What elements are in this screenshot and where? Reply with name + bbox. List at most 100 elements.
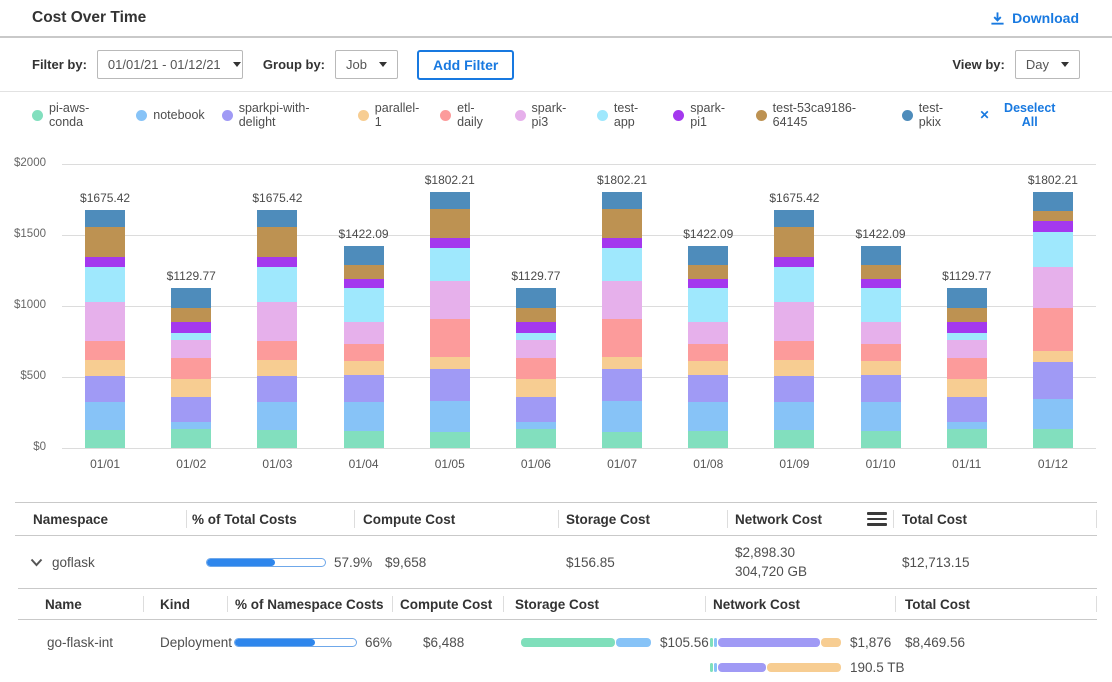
cost-chart: $2000$1500$1000$500$0$1675.4201/01$1129.…: [0, 138, 1112, 483]
bar-segment-test-pkix: [344, 246, 384, 265]
legend-item[interactable]: spark-pi3: [515, 101, 580, 129]
stacked-bar[interactable]: [1033, 192, 1073, 448]
stacked-bar[interactable]: [861, 246, 901, 448]
bar-segment-test-53ca9186-64145: [947, 308, 987, 322]
col-kind: Kind: [143, 589, 227, 619]
legend-item[interactable]: test-53ca9186-64145: [756, 101, 885, 129]
chevron-down-icon[interactable]: [30, 558, 43, 567]
column-menu-icon[interactable]: [867, 512, 887, 526]
stacked-bar[interactable]: [774, 210, 814, 448]
bar-segment-test-pkix: [171, 288, 211, 309]
bar-segment-spark-pi1: [85, 257, 125, 267]
gridline: [62, 164, 1096, 165]
bar-segment-spark-pi1: [688, 279, 728, 289]
chevron-down-icon: [379, 62, 387, 67]
stacked-bar[interactable]: [947, 288, 987, 448]
bar-segment-spark-pi3: [257, 302, 297, 341]
bar-segment-etl-daily: [257, 341, 297, 360]
bar-segment-etl-daily: [688, 344, 728, 361]
bar-segment-pi-aws-conda: [516, 429, 556, 448]
bar-segment-sparkpi-with-delight: [344, 375, 384, 401]
bar-segment-test-53ca9186-64145: [344, 265, 384, 278]
stacked-bar[interactable]: [602, 192, 642, 448]
add-filter-button[interactable]: Add Filter: [417, 50, 514, 80]
gridline: [62, 235, 1096, 236]
namespace-cell[interactable]: goflask: [15, 555, 186, 570]
network-cost-value: $2,898.30: [735, 543, 807, 562]
bar-total-label: $1802.21: [597, 173, 647, 187]
view-by-select[interactable]: Day: [1015, 50, 1080, 79]
y-axis-tick: $1500: [0, 228, 46, 240]
legend-item[interactable]: test-app: [597, 101, 656, 129]
legend-item[interactable]: notebook: [136, 108, 204, 122]
bar-segment-notebook: [257, 402, 297, 430]
stacked-bar[interactable]: [430, 192, 470, 448]
workload-table-header: Name Kind % of Namespace Costs Compute C…: [18, 589, 1097, 620]
bar-segment-pi-aws-conda: [1033, 429, 1073, 448]
stacked-bar[interactable]: [171, 288, 211, 448]
legend-label: notebook: [153, 108, 204, 122]
bar-total-label: $1675.42: [252, 191, 302, 205]
bar-segment-spark-pi3: [774, 302, 814, 341]
bar-total-label: $1802.21: [1028, 173, 1078, 187]
bar-segment-etl-daily: [344, 344, 384, 361]
bar-segment-etl-daily: [430, 319, 470, 357]
progress-bar: [234, 638, 357, 647]
stacked-bar[interactable]: [344, 246, 384, 448]
bar-segment-notebook: [85, 402, 125, 430]
deselect-all-button[interactable]: ✕ Deselect All: [979, 101, 1063, 129]
group-by-select[interactable]: Job: [335, 50, 398, 79]
legend-label: parallel-1: [375, 101, 423, 129]
stacked-bar[interactable]: [688, 246, 728, 448]
bar-segment-test-pkix: [947, 288, 987, 309]
bar-segment-test-pkix: [602, 192, 642, 209]
stacked-bar[interactable]: [516, 288, 556, 448]
legend-item[interactable]: etl-daily: [440, 101, 497, 129]
page-title: Cost Over Time: [32, 9, 146, 27]
legend-dot-icon: [136, 110, 147, 121]
storage-cost-value: $105.56: [660, 635, 709, 650]
legend-item[interactable]: test-pkix: [902, 101, 963, 129]
sub-storage-cost-cell: $105.56: [503, 632, 705, 652]
bar-segment-test-app: [947, 333, 987, 340]
workload-kind: Deployment: [160, 632, 227, 652]
bar-segment-pi-aws-conda: [171, 429, 211, 448]
stacked-bar[interactable]: [85, 210, 125, 448]
legend-item[interactable]: spark-pi1: [673, 101, 738, 129]
bar-total-label: $1129.77: [511, 269, 560, 283]
bar-segment-spark-pi1: [1033, 221, 1073, 232]
bar-segment-spark-pi1: [947, 322, 987, 333]
x-axis-tick: 01/09: [779, 457, 809, 471]
network-cost-bar: [710, 638, 841, 647]
bar-segment-spark-pi3: [344, 322, 384, 344]
bar-total-label: $1129.77: [167, 269, 216, 283]
table-row[interactable]: goflask 57.9% $9,658 $156.85 $2,898.30 3…: [15, 536, 1097, 588]
download-button[interactable]: Download: [990, 10, 1079, 26]
bar-segment-pi-aws-conda: [861, 431, 901, 448]
table-row[interactable]: go-flask-int Deployment 66% $6,488 $105.…: [18, 620, 1097, 677]
legend-item[interactable]: parallel-1: [358, 101, 423, 129]
bar-segment-parallel-1: [430, 357, 470, 369]
legend-label: etl-daily: [457, 101, 497, 129]
bar-segment-parallel-1: [1033, 351, 1073, 362]
bar-segment-parallel-1: [688, 361, 728, 375]
bar-segment-sparkpi-with-delight: [861, 375, 901, 401]
bar-segment-spark-pi3: [861, 322, 901, 344]
bar-segment-pi-aws-conda: [344, 431, 384, 448]
legend-label: sparkpi-with-delight: [239, 101, 341, 129]
bar-total-label: $1422.09: [339, 227, 389, 241]
date-range-select[interactable]: 01/01/21 - 01/12/21: [97, 50, 243, 79]
close-icon: ✕: [979, 108, 989, 122]
stacked-bar[interactable]: [257, 210, 297, 448]
col-namespace-costs-pct: % of Namespace Costs: [227, 589, 392, 619]
bar-segment-pi-aws-conda: [774, 430, 814, 448]
gridline: [62, 306, 1096, 307]
legend-item[interactable]: sparkpi-with-delight: [222, 101, 341, 129]
legend-item[interactable]: pi-aws-conda: [32, 101, 119, 129]
bar-total-label: $1422.09: [856, 227, 906, 241]
bar-segment-spark-pi3: [430, 281, 470, 319]
legend-label: test-53ca9186-64145: [773, 101, 885, 129]
bar-segment-parallel-1: [602, 357, 642, 369]
col-sub-compute-cost: Compute Cost: [392, 589, 503, 619]
bar-segment-test-pkix: [861, 246, 901, 265]
